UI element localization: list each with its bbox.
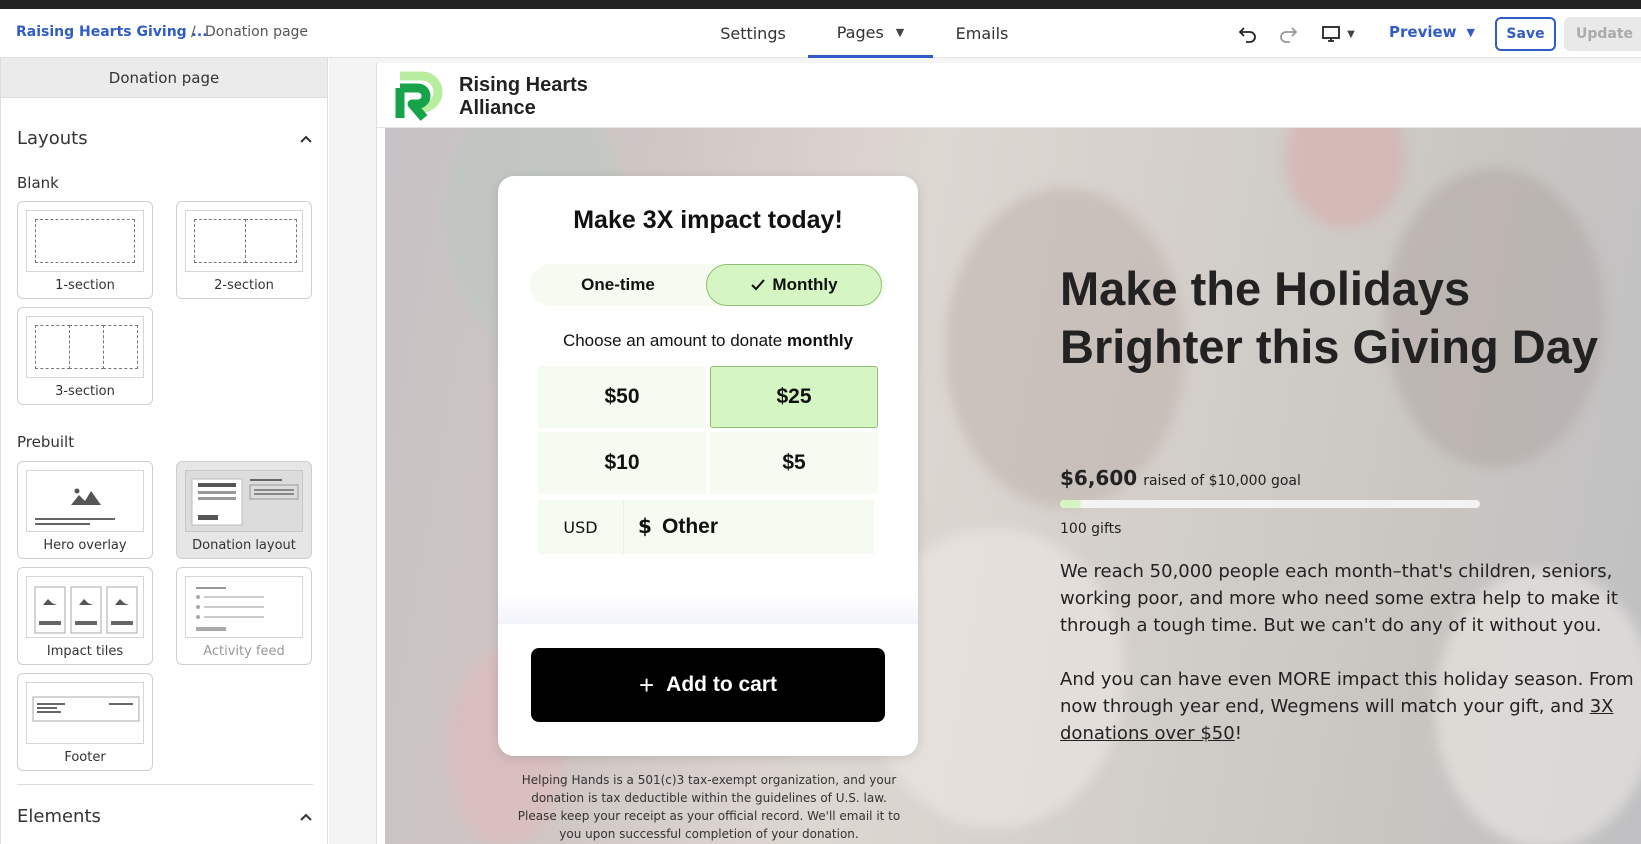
card-divider (498, 594, 918, 624)
card-title: Make 3X impact today! (573, 206, 843, 234)
image-icon (35, 488, 115, 525)
preview-dropdown[interactable]: Preview ▼ (1389, 23, 1475, 41)
layout-tile-activity-feed[interactable]: Activity feed (176, 567, 312, 665)
amount-option-selected[interactable]: $25 (710, 366, 878, 428)
tile-label: 3-section (55, 384, 115, 399)
tax-disclaimer: Helping Hands is a 501(c)3 tax-exempt or… (517, 773, 901, 841)
add-to-cart-label: Add to cart (666, 673, 778, 696)
layout-tile-hero-overlay[interactable]: Hero overlay (17, 461, 153, 559)
layout-thumbnail (185, 470, 303, 532)
layouts-heading: Layouts (17, 128, 88, 149)
hero-paragraph-1: We reach 50,000 people each month–that's… (1060, 561, 1618, 636)
tile-label: Impact tiles (46, 644, 124, 659)
layout-thumbnail (26, 316, 144, 378)
logo-text: Rising Hearts Alliance (459, 74, 588, 119)
layout-thumbnail (185, 576, 303, 638)
add-to-cart-button[interactable]: + Add to cart (531, 648, 885, 722)
frequency-toggle: One-time Monthly (530, 264, 886, 306)
logo-header[interactable]: Rising Hearts Alliance (377, 63, 1641, 128)
tab-emails-label: Emails (955, 24, 1009, 43)
tile-label: 1-section (55, 278, 115, 293)
breadcrumb-org[interactable]: Raising Hearts Giving ... (16, 24, 208, 40)
one-time-option[interactable]: One-time (530, 264, 706, 306)
currency-symbol: $ (638, 514, 652, 538)
progress-fill (1060, 500, 1081, 508)
plus-icon: + (638, 669, 655, 700)
sidebar-title: Donation page (1, 58, 327, 98)
logo-icon (395, 71, 443, 121)
preview-label: Preview (1389, 23, 1457, 41)
layout-tile-donation-layout[interactable]: Donation layout (176, 461, 312, 559)
hero-paragraph-2: And you can have even MORE impact this h… (1060, 669, 1634, 744)
chevron-up-icon (300, 135, 312, 143)
amount-option[interactable]: $10 (538, 432, 706, 494)
layouts-section-toggle[interactable]: Layouts (17, 128, 313, 149)
tab-pages[interactable]: Pages ▼ (808, 9, 933, 58)
breadcrumb-page: Donation page (205, 24, 309, 40)
top-strip (0, 0, 1641, 9)
editor-header: Raising Hearts Giving ... / Donation pag… (0, 9, 1641, 58)
layout-tile-2-section[interactable]: 2-section (176, 201, 312, 299)
tab-settings-label: Settings (720, 24, 786, 43)
tile-label: 2-section (214, 278, 274, 293)
tile-label: Footer (64, 750, 106, 765)
hero-section[interactable]: Make 3X impact today! One-time Monthly C… (385, 128, 1641, 844)
page-preview[interactable]: Rising Hearts Alliance Make 3X impact to… (376, 63, 1641, 844)
gift-count: 100 gifts (1060, 521, 1122, 537)
amount-option[interactable]: $50 (538, 366, 706, 428)
progress-bar (1060, 500, 1480, 508)
monthly-label: Monthly (772, 275, 838, 294)
tile-label: Donation layout (192, 538, 296, 553)
tab-settings[interactable]: Settings (708, 9, 798, 58)
undo-icon[interactable] (1236, 22, 1260, 46)
save-button[interactable]: Save (1495, 17, 1556, 51)
chevron-down-icon: ▼ (1466, 25, 1475, 39)
layout-thumbnail (26, 576, 144, 638)
fundraising-progress-text: $6,600 raised of $10,000 goal (1060, 466, 1301, 490)
other-amount-field: USD $ (538, 500, 874, 554)
raised-goal: raised of $10,000 goal (1143, 473, 1301, 489)
tab-pages-label: Pages (836, 22, 884, 42)
elements-section-toggle[interactable]: Elements (17, 806, 313, 827)
layout-tile-impact-tiles[interactable]: Impact tiles (17, 567, 153, 665)
image-icon (34, 586, 138, 634)
sidebar: Donation page Layouts Blank 1-section 2-… (0, 58, 328, 844)
choose-amount-text: Choose an amount to donate monthly (562, 331, 854, 350)
tab-emails[interactable]: Emails (942, 9, 1022, 58)
redo-icon[interactable] (1276, 22, 1300, 46)
prebuilt-heading: Prebuilt (17, 433, 75, 451)
tile-label: Activity feed (203, 644, 285, 659)
monthly-option[interactable]: Monthly (706, 264, 882, 306)
divider (17, 784, 313, 785)
layout-thumbnail (26, 470, 144, 532)
elements-heading: Elements (17, 806, 101, 827)
breadcrumb-separator: / (191, 24, 196, 40)
layout-tile-3-section[interactable]: 3-section (17, 307, 153, 405)
editor-canvas: Rising Hearts Alliance Make 3X impact to… (329, 58, 1641, 844)
donation-form-card: Make 3X impact today! One-time Monthly C… (498, 176, 918, 756)
amount-option[interactable]: $5 (710, 432, 878, 494)
layout-thumbnail (185, 210, 303, 272)
layout-thumbnail (26, 682, 144, 744)
layout-tile-1-section[interactable]: 1-section (17, 201, 153, 299)
desktop-icon[interactable]: ▼ (1316, 22, 1360, 46)
layout-tile-footer[interactable]: Footer (17, 673, 153, 771)
update-button[interactable]: Update (1564, 17, 1641, 51)
blank-heading: Blank (17, 174, 59, 192)
chevron-down-icon: ▼ (895, 25, 905, 39)
currency-select[interactable]: USD (538, 500, 624, 554)
hero-title: Make the Holidays Brighter this Giving D… (1060, 262, 1598, 373)
check-icon (751, 279, 766, 291)
chevron-down-icon: ▼ (1347, 28, 1355, 40)
raised-amount: $6,600 (1060, 466, 1138, 490)
layout-thumbnail (26, 210, 144, 272)
chevron-up-icon (300, 813, 312, 821)
tile-label: Hero overlay (43, 538, 127, 553)
other-amount-input[interactable] (662, 510, 862, 544)
